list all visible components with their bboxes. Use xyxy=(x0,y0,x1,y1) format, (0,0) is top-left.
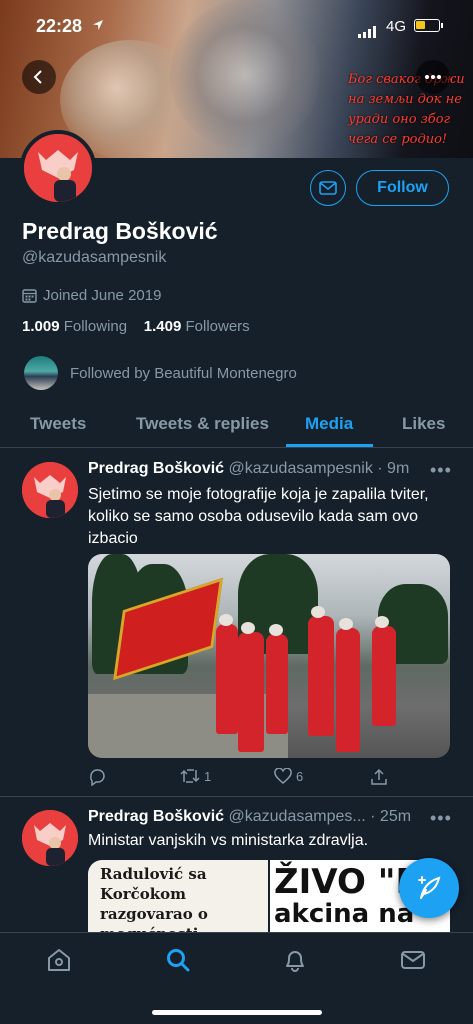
more-options-button[interactable] xyxy=(416,60,450,94)
reply-button[interactable] xyxy=(88,768,106,786)
messages-icon[interactable] xyxy=(400,947,426,973)
location-icon xyxy=(93,20,103,30)
following-label: Following xyxy=(63,318,128,335)
profile-avatar[interactable] xyxy=(20,130,96,206)
tweet-actions: 1 6 xyxy=(88,768,418,788)
compose-tweet-button[interactable] xyxy=(399,858,459,918)
photo-santa xyxy=(266,624,288,734)
avatar-image xyxy=(22,810,78,866)
avatar-image xyxy=(24,134,92,202)
following-link[interactable]: 1.009 Following xyxy=(22,318,127,335)
battery-icon xyxy=(414,19,443,32)
tweet-avatar[interactable] xyxy=(22,462,78,518)
active-tab-indicator xyxy=(286,444,373,447)
back-icon xyxy=(33,70,42,84)
followers-label: Followers xyxy=(185,318,250,335)
tweet-handle-time: @kazudasampesnik · 9m xyxy=(228,460,410,477)
tab-tweets-replies[interactable]: Tweets & replies xyxy=(136,414,269,434)
tweet-photo[interactable] xyxy=(88,554,450,758)
notifications-icon[interactable] xyxy=(282,947,308,973)
photo-santa xyxy=(308,606,334,736)
tab-likes[interactable]: Likes xyxy=(402,414,445,434)
followed-by-avatar xyxy=(24,356,58,390)
banner-quote: Бог сваког држи на земљи док не уради он… xyxy=(348,72,465,147)
followers-count: 1.409 xyxy=(143,318,182,335)
message-button[interactable] xyxy=(310,170,346,206)
tweet-author-name[interactable]: Predrag Bošković xyxy=(88,808,224,825)
home-indicator[interactable] xyxy=(152,1010,322,1015)
status-time: 22:28 xyxy=(36,16,83,36)
status-bar: 22:28 4G xyxy=(0,14,473,38)
share-icon xyxy=(371,768,387,785)
back-button[interactable] xyxy=(22,60,56,94)
like-count: 6 xyxy=(296,768,304,784)
joined-text: Joined June 2019 xyxy=(43,287,162,304)
followed-by[interactable]: Followed by Beautiful Montenegro xyxy=(24,356,297,390)
calendar-icon xyxy=(22,289,37,303)
tweet-header: Predrag Bošković @kazudasampesnik · 9m xyxy=(88,460,409,478)
search-icon[interactable] xyxy=(165,947,191,973)
follow-counts: 1.009 Following 1.409 Followers xyxy=(22,318,250,335)
avatar-image xyxy=(22,462,78,518)
follow-button[interactable]: Follow xyxy=(356,170,449,206)
tweet-more-button[interactable]: ••• xyxy=(430,808,452,829)
tab-media[interactable]: Media xyxy=(305,414,353,434)
profile-handle: @kazudasampesnik xyxy=(22,249,167,266)
following-count: 1.009 xyxy=(22,318,60,335)
retweet-icon xyxy=(180,769,200,783)
tweet-author-name[interactable]: Predrag Bošković xyxy=(88,460,224,477)
retweet-count: 1 xyxy=(204,768,212,784)
photo-santa xyxy=(336,618,360,752)
photo-santa xyxy=(372,616,396,726)
retweet-button[interactable]: 1 xyxy=(180,768,211,784)
profile-name: Predrag Bošković xyxy=(22,218,218,244)
home-icon[interactable] xyxy=(46,947,72,973)
followed-by-text: Followed by Beautiful Montenegro xyxy=(70,364,297,382)
signal-icon xyxy=(358,20,378,38)
share-button[interactable] xyxy=(370,768,388,786)
more-icon xyxy=(425,75,441,79)
followers-link[interactable]: 1.409 Followers xyxy=(144,318,250,335)
tweet-text: Sjetimo se moje fotografije koja je zapa… xyxy=(88,486,429,547)
tweet-image-left[interactable]: Radulović sa Korčokom razgovarao o moguć… xyxy=(88,860,268,932)
like-button[interactable]: 6 xyxy=(274,768,303,784)
joined-date: Joined June 2019 xyxy=(22,287,161,304)
like-icon xyxy=(274,768,292,784)
tweet-header: Predrag Bošković @kazudasampes... · 25m xyxy=(88,808,411,826)
tweet-handle-time: @kazudasampes... · 25m xyxy=(228,808,412,825)
photo-santa xyxy=(216,614,238,734)
tweet-avatar[interactable] xyxy=(22,810,78,866)
compose-icon xyxy=(418,876,441,899)
news-headline: Radulović sa Korčokom razgovarao o moguć… xyxy=(100,865,208,932)
network-type: 4G xyxy=(386,18,407,35)
tweet-text: Ministar vanjskih vs ministarka zdravlja… xyxy=(88,832,369,849)
photo-santa xyxy=(238,622,264,752)
tweet-divider xyxy=(0,796,473,797)
mail-icon xyxy=(319,181,337,195)
reply-icon xyxy=(90,769,105,786)
profile-tabs: Tweets Tweets & replies Media Likes xyxy=(0,400,473,448)
tweet-more-button[interactable]: ••• xyxy=(430,460,452,481)
tab-tweets[interactable]: Tweets xyxy=(30,414,86,434)
